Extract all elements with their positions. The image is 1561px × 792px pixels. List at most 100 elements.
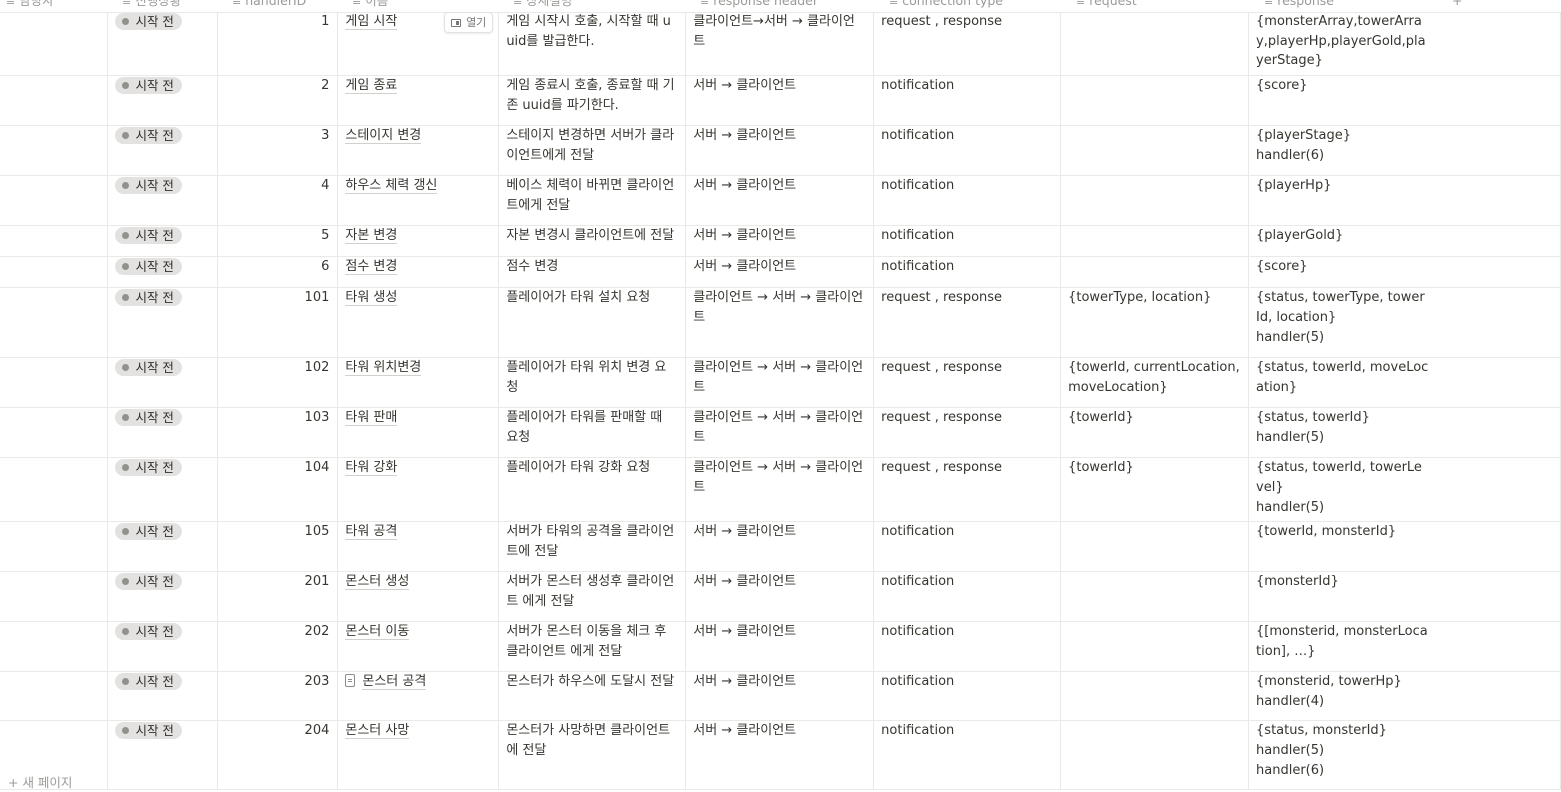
handler-id-cell[interactable]: 103 — [217, 407, 339, 459]
description-cell[interactable]: 몬스터가 하우스에 도달시 전달 — [498, 671, 687, 722]
name-cell[interactable]: 타워 위치변경 — [337, 357, 500, 409]
status-cell[interactable]: 시작 전 — [107, 407, 219, 459]
name-cell[interactable]: 하우스 체력 갱신 — [337, 175, 500, 227]
table-row[interactable]: 시작 전 5 자본 변경 자본 변경시 클라이언트에 전달 서버 → 클라이언트 noti… — [0, 225, 1561, 258]
assignee-cell[interactable] — [0, 671, 109, 722]
column-header[interactable]: ≡ 담당자 — [6, 0, 54, 9]
response-cell[interactable]: {score} — [1248, 75, 1436, 127]
description-cell[interactable]: 플레이어가 타워 위치 변경 요청 — [498, 357, 687, 409]
description-cell[interactable]: 자본 변경시 클라이언트에 전달 — [498, 225, 687, 258]
column-header[interactable]: ≡ 이름 — [352, 0, 388, 9]
request-cell[interactable] — [1060, 621, 1250, 673]
table-row[interactable]: 시작 전 1 게임 시작 열기 게임 시작시 호출, 시작할 때 uuid를 발급한다.… — [0, 12, 1561, 77]
response-cell[interactable]: {[monsterid, monsterLocation], …} — [1248, 621, 1436, 673]
response-header-cell[interactable]: 서버 → 클라이언트 — [685, 256, 875, 289]
name-cell[interactable]: 타워 강화 — [337, 457, 500, 523]
table-row[interactable]: 시작 전 204 몬스터 사망 몬스터가 사망하면 클라이언트에 전달 서버 → 클라이… — [0, 720, 1561, 791]
column-header[interactable]: ≡ 진행상황 — [122, 0, 181, 9]
connection-type-cell[interactable]: notification — [873, 521, 1062, 573]
page-title-link[interactable]: 몬스터 생성 — [345, 574, 410, 591]
handler-id-cell[interactable]: 1 — [217, 12, 339, 77]
name-cell[interactable]: 몬스터 사망 — [337, 720, 500, 791]
status-cell[interactable]: 시작 전 — [107, 125, 219, 177]
name-cell[interactable]: 게임 시작 열기 — [337, 12, 500, 77]
request-cell[interactable]: {towerId, currentLocation, moveLocation} — [1060, 357, 1250, 409]
new-page-button[interactable]: + 새 페이지 — [8, 774, 72, 792]
assignee-cell[interactable] — [0, 407, 109, 459]
column-header[interactable]: ≡ connection type — [889, 0, 1003, 9]
add-column-icon[interactable]: + — [1452, 0, 1462, 8]
handler-id-cell[interactable]: 105 — [217, 521, 339, 573]
table-row[interactable]: 시작 전 203 몬스터 공격 몬스터가 하우스에 도달시 전달 서버 → 클라이언트 n… — [0, 671, 1561, 722]
description-cell[interactable]: 스테이지 변경하면 서버가 클라이언트에게 전달 — [498, 125, 687, 177]
name-cell[interactable]: 타워 공격 — [337, 521, 500, 573]
table-row[interactable]: 시작 전 202 몬스터 이동 서버가 몬스터 이동을 체크 후 클라이언트 에게 전… — [0, 621, 1561, 673]
request-cell[interactable] — [1060, 671, 1250, 722]
response-cell[interactable]: {towerId, monsterId} — [1248, 521, 1436, 573]
response-header-cell[interactable]: 서버 → 클라이언트 — [685, 175, 875, 227]
assignee-cell[interactable] — [0, 287, 109, 359]
response-cell[interactable]: {score} — [1248, 256, 1436, 289]
request-cell[interactable] — [1060, 521, 1250, 573]
column-header[interactable]: ≡ 상세설명 — [513, 0, 572, 9]
assignee-cell[interactable] — [0, 357, 109, 409]
assignee-cell[interactable] — [0, 521, 109, 573]
connection-type-cell[interactable]: request , response — [873, 457, 1062, 523]
column-header[interactable]: ≡ response header — [700, 0, 818, 9]
page-title-link[interactable]: 타워 위치변경 — [345, 360, 422, 377]
page-title-link[interactable]: 점수 변경 — [345, 259, 398, 276]
description-cell[interactable]: 서버가 타워의 공격을 클라이언트에 전달 — [498, 521, 687, 573]
request-cell[interactable] — [1060, 12, 1250, 77]
assignee-cell[interactable] — [0, 571, 109, 623]
handler-id-cell[interactable]: 3 — [217, 125, 339, 177]
response-header-cell[interactable]: 클라이언트 → 서버 → 클라이언트 — [685, 287, 875, 359]
open-page-button[interactable]: 열기 — [444, 12, 494, 33]
table-row[interactable]: 시작 전 3 스테이지 변경 스테이지 변경하면 서버가 클라이언트에게 전달 서버 … — [0, 125, 1561, 177]
assignee-cell[interactable] — [0, 256, 109, 289]
response-cell[interactable]: {status, towerId, moveLocation} — [1248, 357, 1436, 409]
assignee-cell[interactable] — [0, 175, 109, 227]
description-cell[interactable]: 몬스터가 사망하면 클라이언트에 전달 — [498, 720, 687, 791]
status-badge[interactable]: 시작 전 — [115, 459, 182, 477]
name-cell[interactable]: 타워 생성 — [337, 287, 500, 359]
assignee-cell[interactable] — [0, 75, 109, 127]
status-badge[interactable]: 시작 전 — [115, 227, 182, 245]
status-badge[interactable]: 시작 전 — [115, 13, 182, 30]
name-cell[interactable]: 자본 변경 — [337, 225, 500, 258]
column-header[interactable]: ≡ handlerID — [232, 0, 306, 9]
handler-id-cell[interactable]: 104 — [217, 457, 339, 523]
page-title-link[interactable]: 타워 판매 — [345, 410, 398, 427]
response-cell[interactable]: {monsterId} — [1248, 571, 1436, 623]
response-cell[interactable]: {monsterid, towerHp} handler(4) — [1248, 671, 1436, 722]
request-cell[interactable]: {towerId} — [1060, 457, 1250, 523]
status-cell[interactable]: 시작 전 — [107, 621, 219, 673]
description-cell[interactable]: 베이스 체력이 바뀌면 클라이언트에게 전달 — [498, 175, 687, 227]
description-cell[interactable]: 게임 시작시 호출, 시작할 때 uuid를 발급한다. — [498, 12, 687, 77]
response-header-cell[interactable]: 클라이언트 → 서버 → 클라이언트 — [685, 407, 875, 459]
handler-id-cell[interactable]: 201 — [217, 571, 339, 623]
status-cell[interactable]: 시작 전 — [107, 175, 219, 227]
assignee-cell[interactable] — [0, 125, 109, 177]
status-badge[interactable]: 시작 전 — [115, 573, 182, 591]
connection-type-cell[interactable]: notification — [873, 125, 1062, 177]
name-cell[interactable]: 스테이지 변경 — [337, 125, 500, 177]
response-cell[interactable]: {status, towerId} handler(5) — [1248, 407, 1436, 459]
status-badge[interactable]: 시작 전 — [115, 722, 182, 740]
name-cell[interactable]: 몬스터 공격 — [337, 671, 500, 722]
page-title-link[interactable]: 타워 강화 — [345, 460, 398, 477]
page-title-link[interactable]: 몬스터 사망 — [345, 723, 410, 740]
status-badge[interactable]: 시작 전 — [115, 77, 182, 95]
assignee-cell[interactable] — [0, 12, 109, 77]
description-cell[interactable]: 서버가 몬스터 생성후 클라이언트 에게 전달 — [498, 571, 687, 623]
handler-id-cell[interactable]: 6 — [217, 256, 339, 289]
status-cell[interactable]: 시작 전 — [107, 671, 219, 722]
description-cell[interactable]: 플레이어가 타워 강화 요청 — [498, 457, 687, 523]
status-cell[interactable]: 시작 전 — [107, 457, 219, 523]
request-cell[interactable] — [1060, 720, 1250, 791]
page-title-link[interactable]: 타워 공격 — [345, 524, 398, 541]
status-cell[interactable]: 시작 전 — [107, 287, 219, 359]
status-badge[interactable]: 시작 전 — [115, 177, 182, 195]
handler-id-cell[interactable]: 102 — [217, 357, 339, 409]
request-cell[interactable] — [1060, 75, 1250, 127]
request-cell[interactable] — [1060, 571, 1250, 623]
